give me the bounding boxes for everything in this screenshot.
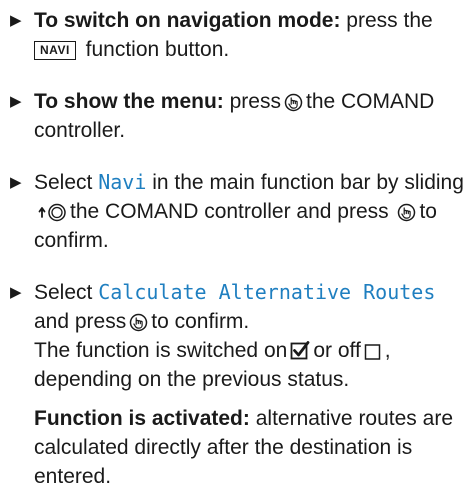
- status-text-pre: The function is switched on: [34, 339, 288, 362]
- step-text-pre: press: [229, 90, 281, 113]
- activated-note: Function is activated: alternative route…: [34, 404, 470, 491]
- bullet-arrow-icon: ▶: [10, 93, 22, 110]
- step-navigation-mode: ▶ To switch on navigation mode: press th…: [10, 6, 470, 64]
- status-text-mid: or off: [313, 339, 361, 362]
- bullet-arrow-icon: ▶: [10, 174, 22, 191]
- step-text-post: function button.: [85, 38, 230, 61]
- controller-slide-up-icon: [38, 203, 66, 222]
- menu-item-calculate-alternative-routes: Calculate Alternative Routes: [98, 280, 436, 304]
- step-text-post: to confirm.: [151, 310, 250, 333]
- controller-press-icon: [398, 203, 416, 222]
- step-show-menu: ▶ To show the menu: press the COMAND con…: [10, 87, 470, 145]
- controller-press-icon: [284, 93, 303, 112]
- step-heading: To show the menu:: [34, 90, 224, 113]
- step-text-pre: Select: [34, 171, 93, 194]
- step-text-mid: in the main function bar by sliding: [152, 171, 464, 194]
- step-text-mid2: the COMAND controller and press: [70, 200, 389, 223]
- step-text: Select Calculate Alternative Routes and …: [34, 278, 470, 394]
- controller-press-icon: [129, 313, 148, 332]
- step-text: To switch on navigation mode: press the …: [34, 6, 470, 64]
- step-text: Select Navi in the main function bar by …: [34, 168, 470, 255]
- checkbox-checked-icon: [290, 341, 310, 360]
- bullet-arrow-icon: ▶: [10, 284, 22, 301]
- step-text-pre: Select: [34, 281, 93, 304]
- step-text: To show the menu: press the COMAND contr…: [34, 87, 470, 145]
- navi-key-icon: NAVI: [34, 41, 76, 60]
- bullet-arrow-icon: ▶: [10, 12, 22, 29]
- step-select-navi: ▶ Select Navi in the main function bar b…: [10, 168, 470, 255]
- activated-heading: Function is activated:: [34, 407, 250, 430]
- step-text-pre: press the: [346, 9, 433, 32]
- step-text-mid: and press: [34, 310, 127, 333]
- step-heading: To switch on navigation mode:: [34, 9, 341, 32]
- step-alternative-routes: ▶ Select Calculate Alternative Routes an…: [10, 278, 470, 491]
- menu-item-navi: Navi: [98, 170, 147, 194]
- manual-page: ▶ To switch on navigation mode: press th…: [0, 0, 475, 488]
- checkbox-empty-icon: [364, 344, 381, 360]
